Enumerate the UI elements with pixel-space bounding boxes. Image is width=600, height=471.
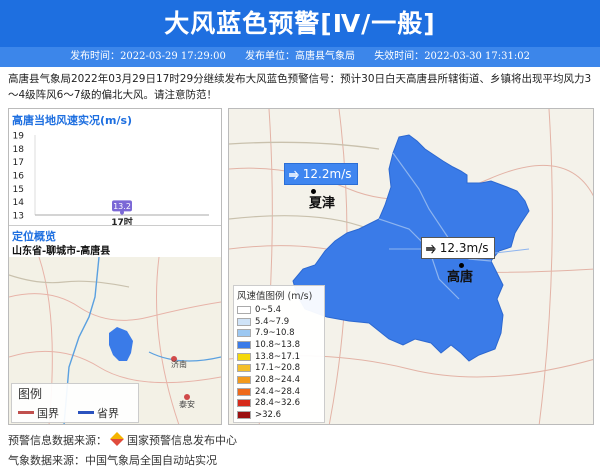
scale-row: 13.8~17.1 <box>234 351 324 363</box>
scale-row: 24.4~28.4 <box>234 386 324 398</box>
legend-provincial-border: 省界 <box>97 407 119 420</box>
scale-row: 28.4~32.6 <box>234 398 324 410</box>
scale-swatch <box>237 364 251 373</box>
y-tick-label: 17 <box>13 158 24 168</box>
scale-swatch <box>237 329 251 338</box>
y-tick-label: 15 <box>13 185 24 195</box>
scale-swatch <box>237 387 251 396</box>
jinan-label: 济南 <box>171 359 187 369</box>
city-gaotang: 高唐 <box>447 270 474 285</box>
scale-label: >32.6 <box>255 410 282 421</box>
scale-title: 风速值图例 (m/s) <box>237 291 313 302</box>
scale-row: >32.6 <box>234 409 324 421</box>
wind-tag-gaotang: ⥤ 12.3m/s <box>421 237 496 259</box>
y-tick-label: 16 <box>13 172 25 182</box>
scale-label: 20.8~24.4 <box>255 374 300 385</box>
scale-label: 7.9~10.8 <box>255 328 295 339</box>
wind-arrow-icon: ⥤ <box>289 167 303 181</box>
scale-label: 17.1~20.8 <box>255 363 300 374</box>
scale-swatch <box>237 411 251 420</box>
scale-label: 24.4~28.4 <box>255 386 300 397</box>
legend-national-border: 国界 <box>37 407 59 420</box>
warning-source: 预警信息数据来源： 国家预警信息发布中心 <box>8 430 237 448</box>
scale-label: 10.8~13.8 <box>255 339 300 350</box>
scale-swatch <box>237 399 251 408</box>
taian-label: 泰安 <box>179 399 195 409</box>
scale-label: 0~5.4 <box>255 304 282 315</box>
weather-source: 气象数据来源：中国气象局全国自动站实况 <box>8 454 217 467</box>
wind-map[interactable]: ⥤ 12.2m/s 夏津 ⥤ 12.3m/s 高唐 风速值图例 (m/s) 0~… <box>228 108 594 425</box>
city-xiajin: 夏津 <box>309 196 336 211</box>
y-tick-label: 14 <box>13 198 25 208</box>
left-panel: 高唐当地风速实况(m/s) 13 14 15 16 17 18 19 13.2 17时 定位概览… <box>8 108 222 425</box>
warning-meta-bar: 发布时间：2022-03-29 17:29:00 发布单位：高唐县气象局 失效时… <box>0 47 600 67</box>
data-label: 13.2 <box>113 202 131 211</box>
scale-row: 0~5.4 <box>234 304 324 316</box>
divider <box>9 225 221 226</box>
expire-time: 失效时间：2022-03-30 17:31:02 <box>374 51 530 62</box>
release-center-logo-icon <box>108 430 126 448</box>
scale-row: 20.8~24.4 <box>234 374 324 386</box>
scale-swatch <box>237 352 251 361</box>
scale-label: 28.4~32.6 <box>255 398 300 409</box>
publisher: 发布单位：高唐县气象局 <box>245 51 355 62</box>
map-legend: 图例 国界 省界 <box>11 383 139 423</box>
scale-swatch <box>237 317 251 326</box>
scale-swatch <box>237 340 251 349</box>
warning-description: 高唐县气象局2022年03月29日17时29分继续发布大风蓝色预警信号：预计30… <box>8 73 592 101</box>
y-tick-label: 13 <box>13 212 24 222</box>
legend-title: 图例 <box>18 387 43 401</box>
y-tick-label: 19 <box>13 132 25 142</box>
scale-row: 10.8~13.8 <box>234 339 324 351</box>
scale-swatch <box>237 375 251 384</box>
provincial-border-swatch <box>78 411 94 414</box>
scale-label: 5.4~7.9 <box>255 316 290 327</box>
y-tick-label: 18 <box>13 145 25 155</box>
wind-chart-title: 高唐当地风速实况(m/s) <box>12 114 133 127</box>
wind-tag-xiajin: ⥤ 12.2m/s <box>284 163 359 185</box>
overview-map[interactable]: 济南 泰安 图例 国界 省界 <box>9 257 221 424</box>
wind-arrow-icon: ⥤ <box>426 241 440 255</box>
scale-row: 17.1~20.8 <box>234 362 324 374</box>
publish-time: 发布时间：2022-03-29 17:29:00 <box>70 51 226 62</box>
warning-title: 大风蓝色预警[Ⅳ/一般] <box>0 0 600 47</box>
scale-swatch <box>237 305 251 314</box>
scale-row: 5.4~7.9 <box>234 316 324 328</box>
wind-speed-chart: 1314151617181913.217时 <box>13 132 209 227</box>
scale-label: 13.8~17.1 <box>255 351 300 362</box>
location-path: 山东省-聊城市-高唐县 <box>12 246 111 257</box>
wind-speed-legend: 风速值图例 (m/s) 0~5.4 5.4~7.9 7.9~10.8 10.8~13.… <box>233 285 325 423</box>
scale-row: 7.9~10.8 <box>234 327 324 339</box>
national-border-swatch <box>18 411 34 414</box>
